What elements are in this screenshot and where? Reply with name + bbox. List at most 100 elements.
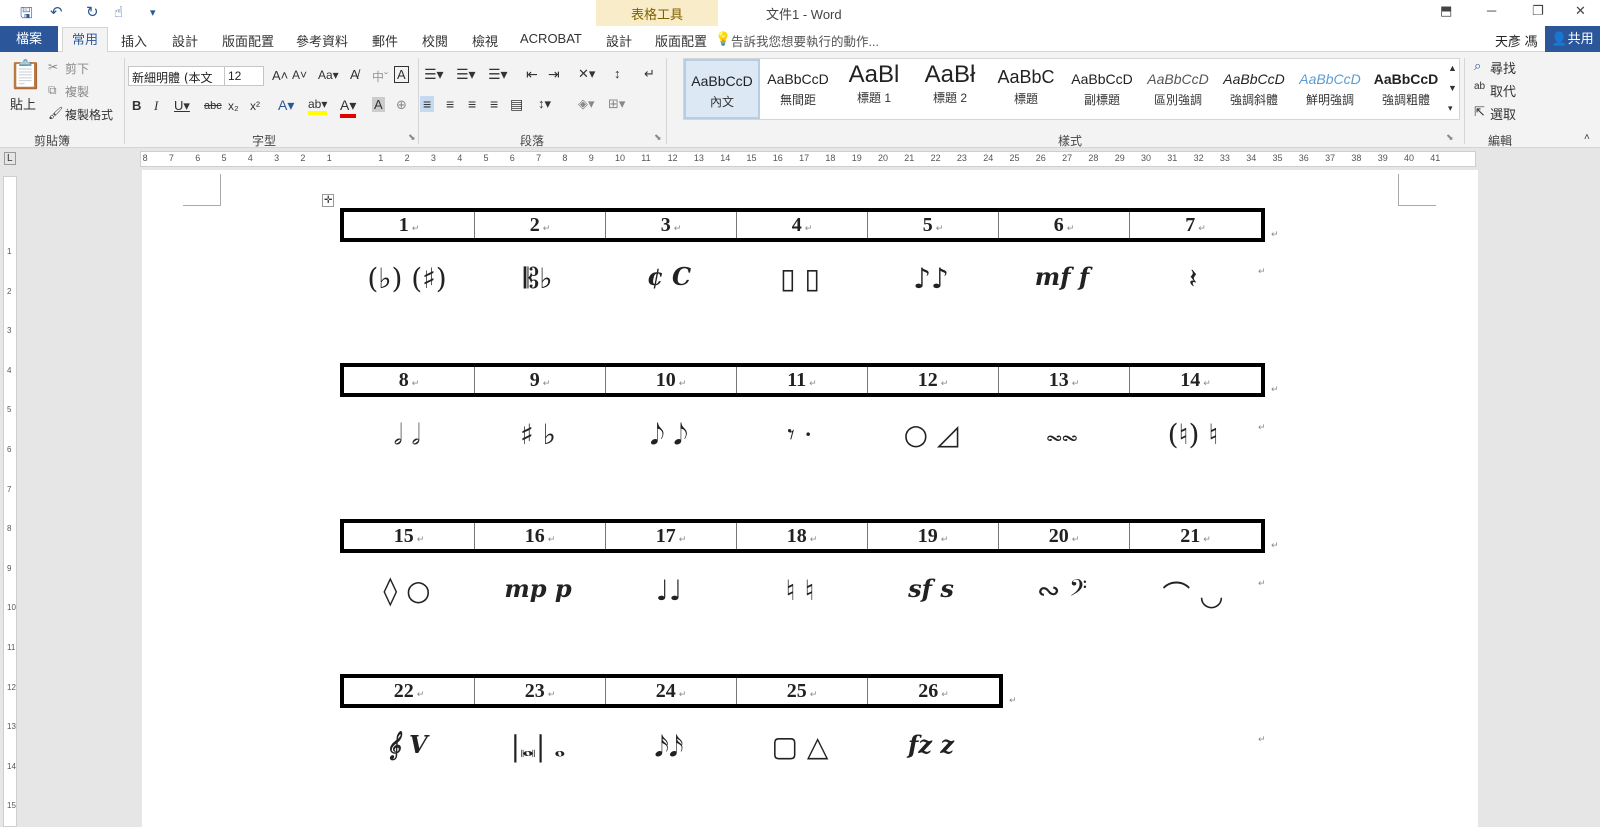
number-cell[interactable]: 21 ↵	[1130, 523, 1261, 549]
select-icon[interactable]: ⇱	[1474, 104, 1485, 120]
underline-icon[interactable]: U▾	[174, 98, 190, 114]
tab-design[interactable]: 設計	[172, 31, 198, 50]
highlight-icon[interactable]: ab▾	[308, 97, 328, 115]
document-page[interactable]: ✛ 1 ↵ 2 ↵ 3 ↵ 4 ↵ 5 ↵ 6 ↵ 7 ↵ ↵ (♭) (♯) 𝄡♭ ¢ C ▯ ▯ ♪♪ mf f 𝄽 8…	[142, 170, 1478, 827]
format-painter-button[interactable]: 複製格式	[65, 106, 113, 123]
asian-layout-icon[interactable]: ✕▾	[578, 66, 595, 82]
align-right-icon[interactable]: ≡	[468, 96, 476, 112]
tab-review[interactable]: 校閱	[422, 31, 448, 50]
number-cell[interactable]: 26 ↵	[868, 678, 999, 704]
save-icon[interactable]: 🖫	[20, 3, 33, 28]
format-painter-icon[interactable]: 🖌	[48, 106, 63, 120]
style-heading-2[interactable]: AaBł 標題 2	[912, 59, 988, 119]
multilevel-list-icon[interactable]: ☰▾	[488, 66, 508, 83]
select-button[interactable]: 選取	[1490, 104, 1516, 123]
restore-icon[interactable]: ❐	[1532, 3, 1544, 19]
number-row[interactable]: 22 ↵ 23 ↵ 24 ↵ 25 ↵ 26 ↵	[340, 674, 1003, 708]
number-cell[interactable]: 20 ↵	[999, 523, 1130, 549]
number-cell[interactable]: 5 ↵	[868, 212, 999, 238]
distributed-icon[interactable]: ▤	[510, 96, 523, 113]
style-emphasis[interactable]: AaBbCcD 強調斜體	[1216, 59, 1292, 119]
number-cell[interactable]: 14 ↵	[1130, 367, 1261, 393]
replace-icon[interactable]: ab	[1474, 81, 1485, 92]
number-cell[interactable]: 22 ↵	[344, 678, 475, 704]
gallery-up-icon[interactable]: ▲	[1448, 63, 1457, 73]
undo-icon[interactable]: ↶	[50, 3, 63, 21]
styles-launcher-icon[interactable]: ⬊	[1446, 132, 1454, 143]
table-move-handle-icon[interactable]: ✛	[322, 194, 335, 207]
text-effects-icon[interactable]: A▾	[278, 97, 294, 114]
paste-icon[interactable]: 📋	[8, 58, 43, 91]
gallery-more-icon[interactable]: ▾	[1448, 103, 1453, 114]
tab-layout[interactable]: 版面配置	[222, 31, 274, 50]
number-cell[interactable]: 7 ↵	[1130, 212, 1261, 238]
char-border-icon[interactable]: A	[394, 66, 409, 83]
enclose-char-icon[interactable]: ⊕	[396, 97, 407, 113]
justify-icon[interactable]: ≡	[490, 96, 498, 112]
number-row[interactable]: 15 ↵ 16 ↵ 17 ↵ 18 ↵ 19 ↵ 20 ↵ 21 ↵	[340, 519, 1265, 553]
increase-indent-icon[interactable]: ⇥	[548, 66, 560, 83]
number-cell[interactable]: 11 ↵	[737, 367, 868, 393]
vertical-ruler[interactable]: 1 2 3 4 5 6 7 8 9 10 11 12 13 14 15	[0, 170, 20, 827]
ribbon-options-icon[interactable]: ⬒	[1440, 3, 1452, 19]
style-title[interactable]: AaBbC 標題	[988, 59, 1064, 119]
char-shading-icon[interactable]: A	[372, 97, 385, 112]
number-cell[interactable]: 23 ↵	[475, 678, 606, 704]
number-row[interactable]: 8 ↵ 9 ↵ 10 ↵ 11 ↵ 12 ↵ 13 ↵ 14 ↵	[340, 363, 1265, 397]
tab-references[interactable]: 參考資料	[296, 31, 348, 50]
line-spacing-icon[interactable]: ↕▾	[538, 96, 551, 112]
cut-icon[interactable]: ✂	[48, 60, 58, 74]
tab-selector-icon[interactable]: L	[4, 152, 16, 165]
grow-font-icon[interactable]: A˄	[272, 68, 288, 83]
style-subtle-emphasis[interactable]: AaBbCcD 區別強調	[1140, 59, 1216, 119]
cut-button[interactable]: 剪下	[65, 60, 89, 77]
style-strong[interactable]: AaBbCcD 強調粗體	[1368, 59, 1444, 119]
number-cell[interactable]: 10 ↵	[606, 367, 737, 393]
minimize-icon[interactable]: ─	[1487, 3, 1496, 18]
number-cell[interactable]: 19 ↵	[868, 523, 999, 549]
style-normal[interactable]: AaBbCcD 內文	[684, 59, 760, 119]
borders-icon[interactable]: ⊞▾	[608, 96, 625, 112]
tab-home[interactable]: 常用	[62, 27, 108, 53]
number-row[interactable]: 1 ↵ 2 ↵ 3 ↵ 4 ↵ 5 ↵ 6 ↵ 7 ↵	[340, 208, 1265, 242]
tell-me-box[interactable]: 告訴我您想要執行的動作...	[731, 31, 879, 50]
number-cell[interactable]: 3 ↵	[606, 212, 737, 238]
close-icon[interactable]: ✕	[1575, 3, 1586, 19]
sort-icon[interactable]: ↕	[614, 66, 621, 81]
italic-icon[interactable]: I	[154, 98, 158, 114]
subscript-icon[interactable]: x₂	[228, 99, 239, 113]
collapse-ribbon-icon[interactable]: ˄	[1584, 132, 1590, 143]
style-no-spacing[interactable]: AaBbCcD 無間距	[760, 59, 836, 119]
tab-insert[interactable]: 插入	[121, 31, 147, 50]
clear-format-icon[interactable]: A̸	[350, 67, 359, 82]
bullets-icon[interactable]: ☰▾	[424, 66, 444, 83]
bold-icon[interactable]: B	[132, 98, 141, 113]
shrink-font-icon[interactable]: A˅	[292, 68, 307, 82]
number-cell[interactable]: 1 ↵	[344, 212, 475, 238]
customize-toolbar-icon[interactable]: ▾	[150, 6, 156, 19]
tab-table-layout[interactable]: 版面配置	[655, 31, 707, 50]
number-cell[interactable]: 9 ↵	[475, 367, 606, 393]
decrease-indent-icon[interactable]: ⇤	[526, 66, 538, 83]
number-cell[interactable]: 13 ↵	[999, 367, 1130, 393]
align-center-icon[interactable]: ≡	[446, 96, 454, 112]
replace-button[interactable]: 取代	[1490, 81, 1516, 100]
copy-button[interactable]: 複製	[65, 83, 89, 100]
number-cell[interactable]: 4 ↵	[737, 212, 868, 238]
share-button[interactable]: 👤共用	[1545, 26, 1600, 52]
change-case-icon[interactable]: Aa▾	[318, 68, 339, 82]
find-button[interactable]: 尋找	[1490, 58, 1516, 77]
superscript-icon[interactable]: x²	[250, 99, 260, 113]
tab-mailings[interactable]: 郵件	[372, 31, 398, 50]
number-cell[interactable]: 2 ↵	[475, 212, 606, 238]
tab-file[interactable]: 檔案	[0, 26, 58, 52]
font-size-box[interactable]: 12	[224, 66, 264, 86]
number-cell[interactable]: 15 ↵	[344, 523, 475, 549]
strikethrough-icon[interactable]: abc	[204, 100, 222, 112]
font-launcher-icon[interactable]: ⬊	[408, 132, 416, 143]
tab-view[interactable]: 檢視	[472, 31, 498, 50]
number-cell[interactable]: 25 ↵	[737, 678, 868, 704]
tab-table-design[interactable]: 設計	[606, 31, 632, 50]
shading-icon[interactable]: ◈▾	[578, 96, 595, 112]
number-cell[interactable]: 16 ↵	[475, 523, 606, 549]
